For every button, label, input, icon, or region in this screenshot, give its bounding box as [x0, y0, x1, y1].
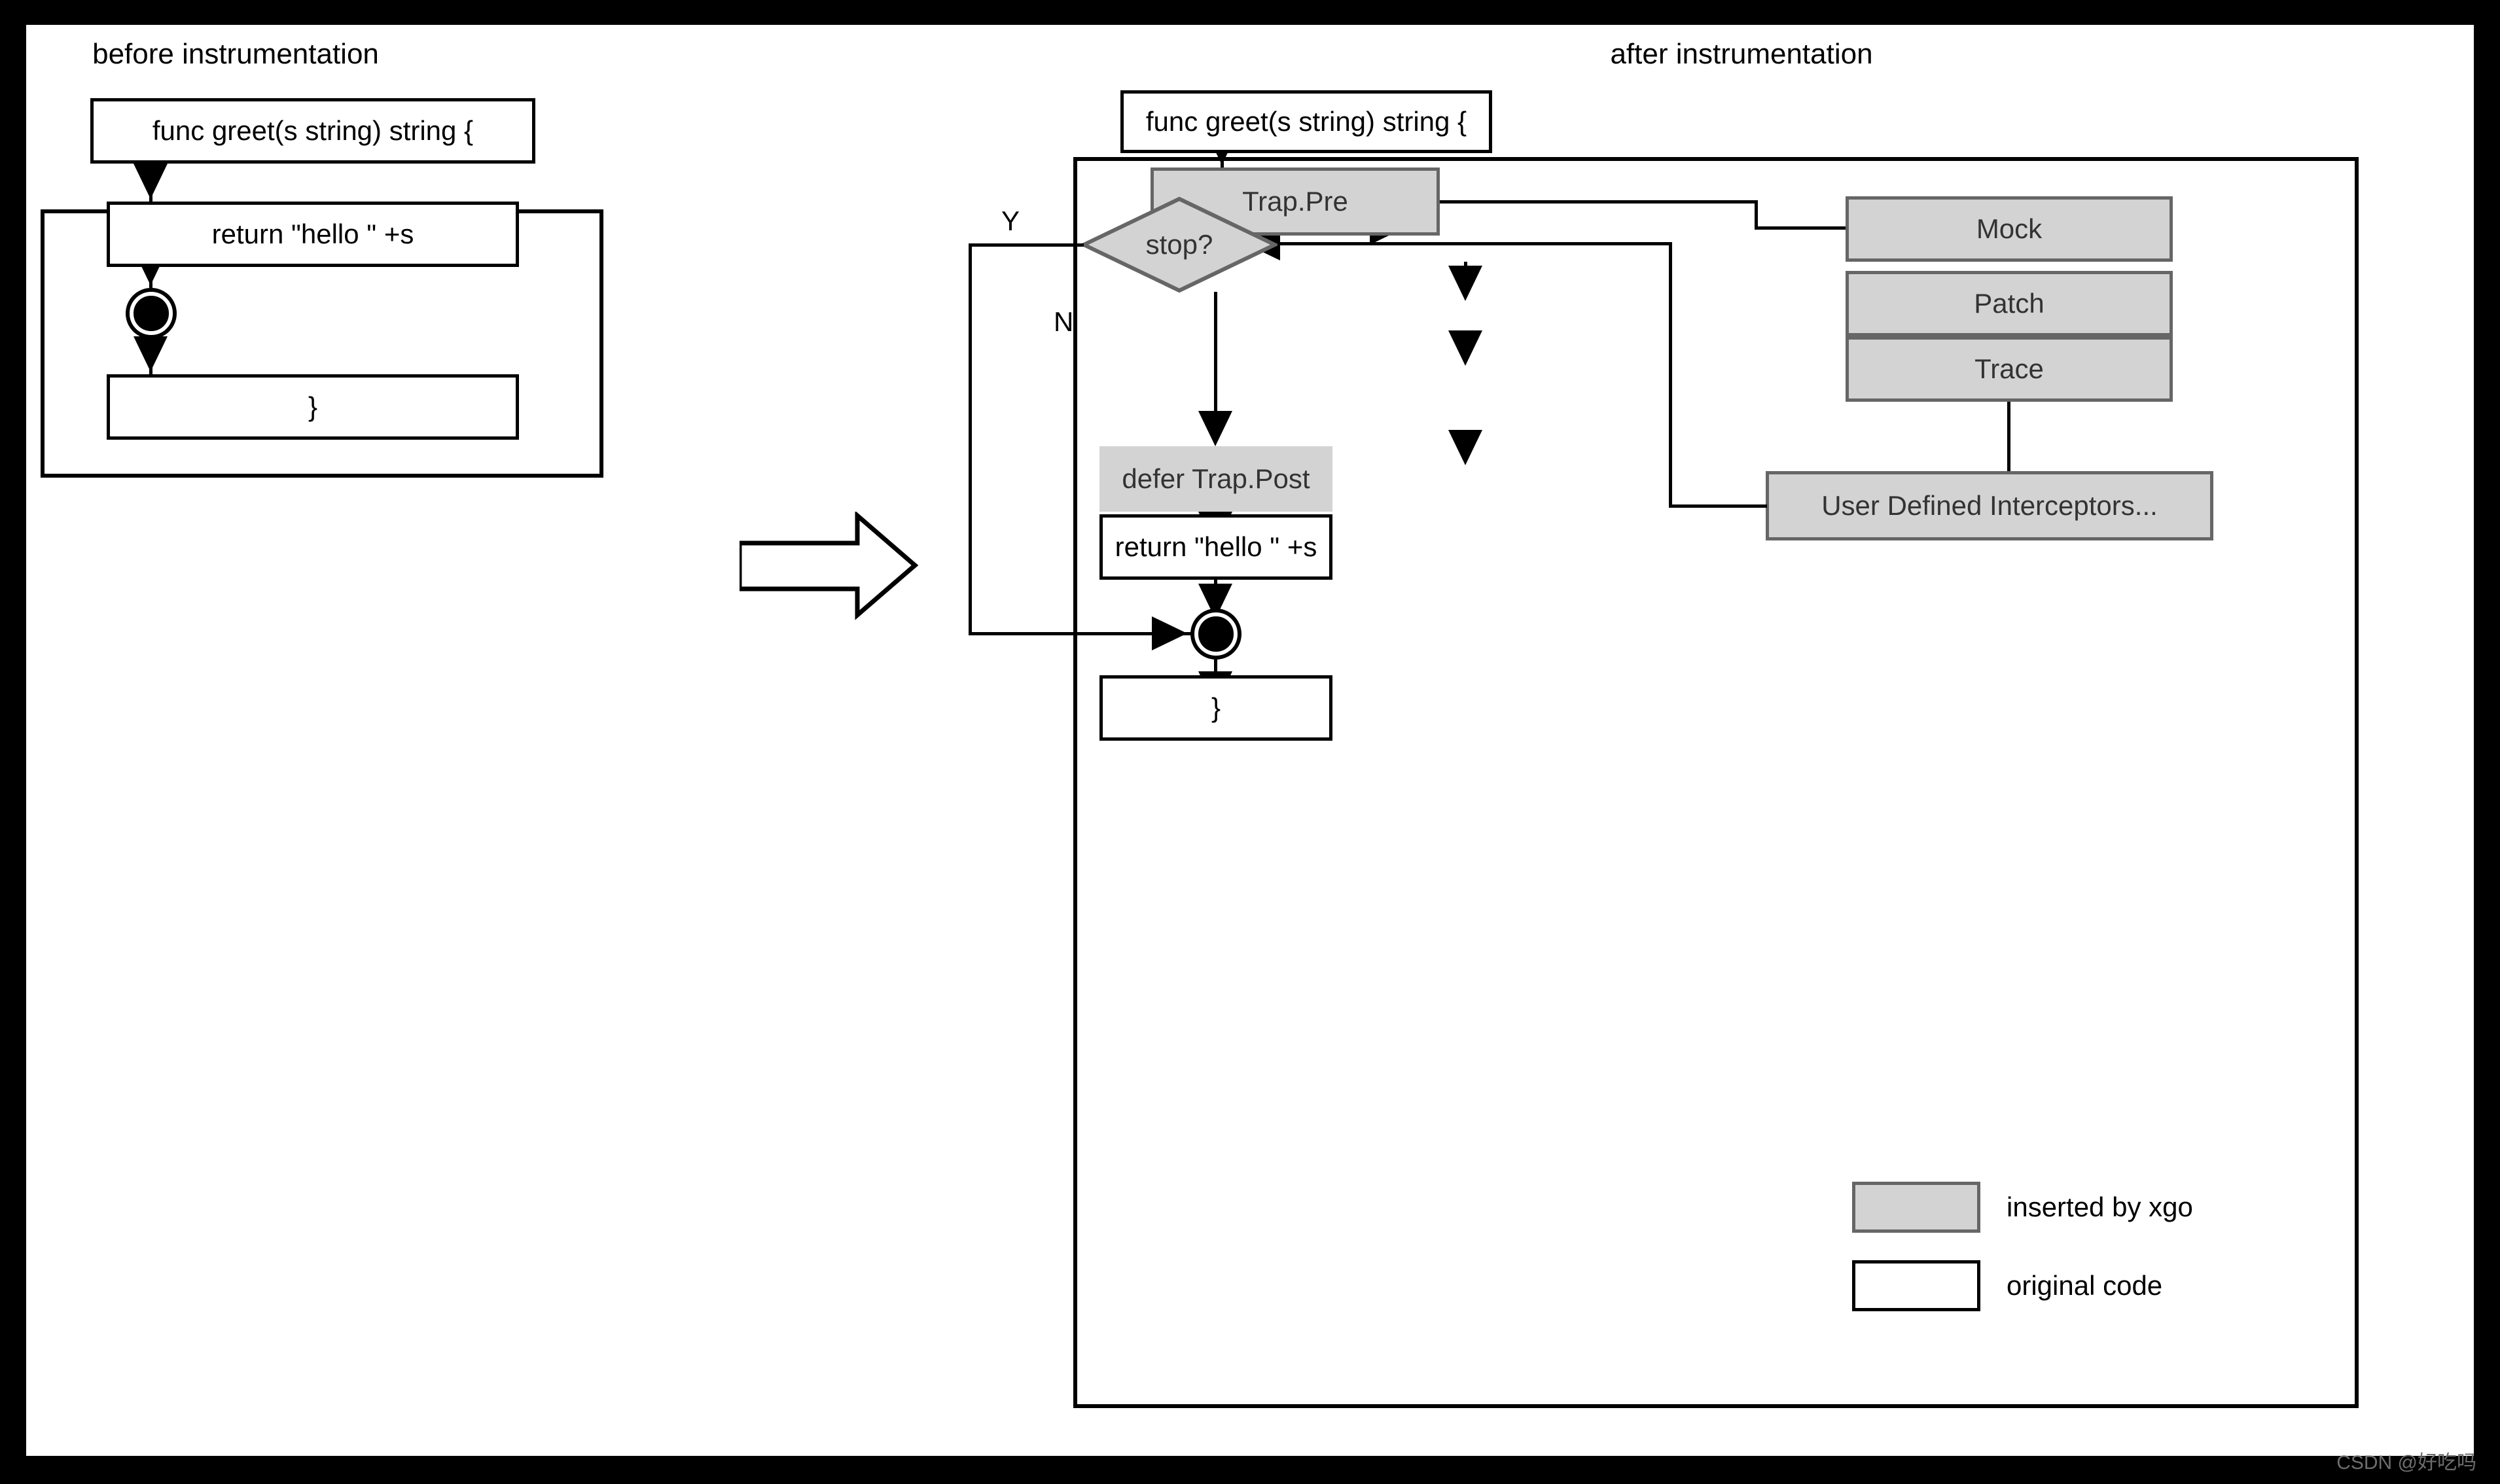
edge-yes-into-final [969, 632, 1191, 635]
edge-no-vertical [1214, 292, 1217, 415]
after-patch-node: Patch [1846, 271, 2173, 336]
edge-final-to-brace [1214, 660, 1217, 675]
before-edge-return-to-final [149, 267, 152, 288]
before-return-node: return "hello " +s [107, 202, 519, 267]
before-closing-brace-node: } [107, 374, 519, 440]
edge-label-yes: Y [1001, 205, 1020, 236]
edge-return-to-final [1214, 580, 1217, 588]
trappre-riser-main [1755, 200, 1758, 230]
legend-label-inserted: inserted by xgo [2007, 1192, 2193, 1222]
edge-interceptors-feedback-riser [1669, 242, 1672, 506]
after-final-state-node [1190, 609, 1241, 660]
after-func-decl-label: func greet(s string) string { [1145, 106, 1467, 137]
diagram-canvas: before instrumentation func greet(s stri… [26, 25, 2474, 1456]
after-user-interceptors-node: User Defined Interceptors... [1766, 471, 2213, 540]
after-edge-func-to-trappre [1221, 153, 1224, 168]
transform-arrow [740, 512, 919, 620]
after-patch-label: Patch [1974, 288, 2045, 319]
after-mock-label: Mock [1976, 213, 2043, 244]
edge-interceptors-feedback-horizontal-bottom [1669, 504, 1767, 508]
before-edge-final-to-brace [149, 339, 152, 374]
watermark: CSDN @好吃吗 [2336, 1452, 2476, 1474]
after-closing-brace-label: } [1211, 692, 1221, 723]
edge-yes-vertical [969, 243, 972, 632]
after-closing-brace-node: } [1099, 675, 1332, 741]
before-return-label: return "hello " +s [211, 219, 414, 249]
before-panel-title: before instrumentation [92, 38, 379, 70]
after-mock-node: Mock [1846, 196, 2173, 262]
after-user-interceptors-label: User Defined Interceptors... [1821, 490, 2158, 521]
before-final-state-node [126, 288, 177, 339]
after-edge-trappre-right [1440, 200, 1758, 203]
edge-interceptors-feedback-horizontal-top [1276, 242, 1670, 245]
edge-label-no: N [1054, 306, 1074, 337]
edge-mock-patch [1464, 262, 1467, 271]
after-trace-node: Trace [1846, 336, 2173, 402]
after-func-decl-node: func greet(s string) string { [1120, 90, 1492, 153]
after-return-node: return "hello " +s [1099, 514, 1332, 580]
after-trace-label: Trace [1974, 353, 2044, 384]
edge-yes-horizontal [969, 243, 1084, 247]
after-stop-decision-label: stop? [1145, 229, 1213, 260]
legend-label-original: original code [2007, 1270, 2163, 1301]
edge-mock-inbound-horizontal [1755, 226, 1846, 230]
final-state-dot [134, 296, 169, 331]
legend-swatch-inserted [1852, 1182, 1980, 1233]
before-edge-func-to-return [149, 164, 152, 202]
after-panel-title: after instrumentation [1610, 38, 1873, 70]
before-func-decl-label: func greet(s string) string { [152, 115, 474, 146]
before-closing-brace-label: } [308, 391, 318, 422]
legend-swatch-original [1852, 1260, 1980, 1311]
after-defer-trap-post-node: defer Trap.Post [1099, 446, 1332, 512]
after-stop-decision-node: stop? [1079, 196, 1279, 293]
after-defer-trap-post-label: defer Trap.Post [1122, 463, 1310, 494]
after-return-label: return "hello " +s [1115, 531, 1317, 562]
after-final-state-dot [1198, 616, 1234, 652]
edge-trace-interceptors [2007, 402, 2010, 471]
before-func-decl-node: func greet(s string) string { [90, 98, 535, 164]
